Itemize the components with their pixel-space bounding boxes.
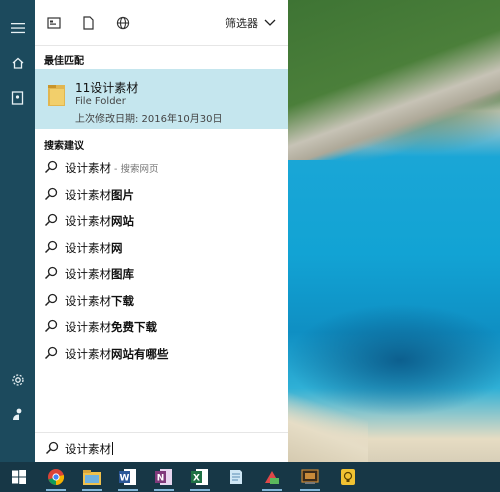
media-player-icon[interactable] [298,465,322,491]
suggestion-item[interactable]: 设计素材网站 [35,207,288,233]
search-icon [44,266,58,280]
search-icon [44,319,58,333]
search-box[interactable]: 设计素材 [35,432,288,463]
search-icon [45,441,59,455]
search-toolbar: 筛选器 [35,0,288,46]
search-panel: 筛选器 最佳匹配 11设计素材 File Folder 上次修改日期: 2016… [35,0,288,462]
search-query-text: 设计素材 [65,442,111,456]
lightbulb-app-icon[interactable] [336,465,360,489]
wallpaper-coast [288,0,500,160]
paint-icon[interactable] [260,465,284,491]
suggestion-hint: - 搜索网页 [111,164,159,175]
suggestion-text: 设计素材 - 搜索网页 [65,160,158,176]
home-icon[interactable] [0,47,35,79]
svg-text:N: N [157,474,165,484]
suggestion-text: 设计素材网站 [65,213,134,229]
suggestion-suffix: 网站有哪些 [111,347,169,361]
suggestion-suffix: 图库 [111,267,134,281]
suggestion-text: 设计素材网 [65,240,123,256]
svg-text:W: W [120,474,130,484]
text-caret [112,442,113,455]
suggestion-text: 设计素材免费下载 [65,319,157,335]
file-explorer-icon[interactable] [80,465,104,491]
suggestion-item[interactable]: 设计素材图库 [35,260,288,286]
filters-label: 筛选器 [225,17,258,30]
suggestion-text: 设计素材网站有哪些 [65,346,169,362]
suggestion-base: 设计素材 [65,161,111,175]
filters-dropdown[interactable]: 筛选器 [225,14,276,32]
suggestion-suffix: 免费下载 [111,320,157,334]
svg-text:X: X [193,474,200,484]
settings-gear-icon[interactable] [0,364,35,396]
suggestion-base: 设计素材 [65,241,111,255]
excel-icon[interactable]: X [188,465,212,491]
search-icon [44,240,58,254]
search-icon [44,213,58,227]
best-match-heading: 最佳匹配 [44,56,84,67]
web-filter-globe-icon[interactable] [114,14,132,32]
chevron-down-icon [264,19,276,26]
suggestion-base: 设计素材 [65,320,111,334]
hamburger-menu-icon[interactable] [0,12,35,44]
suggestion-base: 设计素材 [65,267,111,281]
suggestion-text: 设计素材下载 [65,293,134,309]
suggestion-text: 设计素材图库 [65,266,134,282]
apps-filter-icon[interactable] [45,14,63,32]
suggestion-base: 设计素材 [65,214,111,228]
onenote-icon[interactable]: N [152,465,176,491]
suggestion-suffix: 下载 [111,294,134,308]
suggestion-item[interactable]: 设计素材网站有哪些 [35,340,288,366]
best-match-type: File Folder [75,96,126,107]
search-icon [44,160,58,174]
suggestion-item[interactable]: 设计素材图片 [35,181,288,207]
suggestion-item[interactable]: 设计素材网 [35,234,288,260]
chrome-icon[interactable] [44,465,68,491]
best-match-name: 11设计素材 [75,81,139,95]
suggestion-base: 设计素材 [65,294,111,308]
suggestion-item[interactable]: 设计素材免费下载 [35,313,288,339]
best-match-item[interactable]: 11设计素材 File Folder 上次修改日期: 2016年10月30日 [35,69,288,129]
best-match-modified: 上次修改日期: 2016年10月30日 [75,114,223,125]
documents-filter-icon[interactable] [79,14,97,32]
wallpaper-beach [288,390,368,462]
suggestion-item[interactable]: 设计素材下载 [35,287,288,313]
suggestion-base: 设计素材 [65,188,111,202]
windows-start-icon[interactable] [7,465,31,489]
feedback-person-icon[interactable] [0,398,35,430]
start-rail [0,0,35,462]
suggestion-base: 设计素材 [65,347,111,361]
suggestion-text: 设计素材图片 [65,187,134,203]
suggestion-item[interactable]: 设计素材 - 搜索网页 [35,154,288,180]
search-icon [44,346,58,360]
suggestion-suffix: 网站 [111,214,134,228]
search-input[interactable]: 设计素材 [65,441,113,457]
folder-icon [48,85,65,106]
suggestion-suffix: 网 [111,241,123,255]
search-icon [44,293,58,307]
taskbar: W N X [0,462,500,492]
notebook-icon[interactable] [0,82,35,114]
search-icon [44,187,58,201]
suggestion-suffix: 图片 [111,188,134,202]
word-icon[interactable]: W [116,465,140,491]
notepad-icon[interactable] [224,465,248,489]
suggestions-heading: 搜索建议 [44,141,84,152]
